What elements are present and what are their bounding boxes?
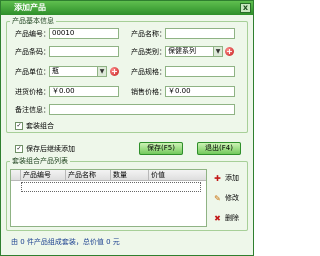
purchase-price-label: 进货价格：	[15, 88, 50, 96]
sale-price-input[interactable]: ￥0.00	[165, 86, 235, 97]
delete-item-label: 删除	[225, 214, 239, 222]
add-item-label: 添加	[225, 174, 239, 182]
package-list-group-title: 套装组合产品列表	[10, 157, 70, 166]
plus-icon: ✚	[214, 173, 221, 183]
sale-price-label: 销售价格：	[131, 88, 166, 96]
column-header[interactable]: 价值	[149, 170, 206, 181]
package-combo-label: 套装组合	[26, 122, 54, 130]
product-category-value: 保健系列	[168, 47, 196, 55]
column-header[interactable]: 数量	[111, 170, 149, 181]
product-barcode-label: 产品条码：	[15, 48, 50, 56]
product-code-label: 产品编号：	[15, 30, 50, 38]
table-row[interactable]	[21, 182, 201, 192]
product-code-input[interactable]: 00010	[49, 28, 119, 39]
product-spec-label: 产品规格：	[131, 68, 166, 76]
close-button[interactable]: x	[240, 3, 251, 13]
title-bar: 添加产品 x	[1, 1, 253, 15]
edit-item-label: 修改	[225, 194, 239, 202]
table-header-spacer	[11, 170, 21, 181]
product-unit-value: 瓶	[52, 67, 59, 75]
window-title: 添加产品	[14, 3, 46, 12]
continue-after-save-label: 保存后继续添加	[26, 145, 75, 153]
delete-item-button[interactable]: ✖ 删除	[213, 213, 239, 223]
product-name-label: 产品名称：	[131, 30, 166, 38]
add-unit-icon[interactable]: +	[110, 67, 119, 76]
column-header[interactable]: 产品编号	[21, 170, 66, 181]
add-category-icon[interactable]: +	[225, 47, 234, 56]
add-item-button[interactable]: ✚ 添加	[213, 173, 239, 183]
product-category-select[interactable]: 保健系列 ▼	[165, 46, 223, 57]
add-product-window: 添加产品 x 产品基本信息 产品编号： 00010 产品名称： 产品条码： 产品…	[0, 0, 254, 256]
product-info-group-title: 产品基本信息	[10, 17, 56, 26]
product-barcode-input[interactable]	[49, 46, 119, 57]
product-spec-input[interactable]	[165, 66, 235, 77]
chevron-down-icon[interactable]: ▼	[97, 67, 106, 76]
pencil-icon: ✎	[214, 193, 221, 203]
summary-status: 由 0 件产品组成套装，总价值 0 元	[11, 238, 120, 246]
column-header[interactable]: 产品名称	[66, 170, 111, 181]
delete-icon: ✖	[214, 213, 221, 223]
product-unit-label: 产品单位：	[15, 68, 50, 76]
product-unit-select[interactable]: 瓶 ▼	[49, 66, 107, 77]
continue-after-save-checkbox[interactable]: ✓	[15, 145, 23, 153]
product-category-label: 产品类别：	[131, 48, 166, 56]
package-combo-checkbox[interactable]: ✓	[15, 122, 23, 130]
package-list-table[interactable]: 产品编号 产品名称 数量 价值	[10, 169, 207, 227]
save-button[interactable]: 保存(F5)	[139, 142, 183, 155]
purchase-price-input[interactable]: ￥0.00	[49, 86, 119, 97]
exit-button[interactable]: 退出(F4)	[197, 142, 241, 155]
chevron-down-icon[interactable]: ▼	[213, 47, 222, 56]
remark-input[interactable]	[49, 104, 235, 115]
product-name-input[interactable]	[165, 28, 235, 39]
remark-label: 备注信息：	[15, 106, 50, 114]
edit-item-button[interactable]: ✎ 修改	[213, 193, 239, 203]
